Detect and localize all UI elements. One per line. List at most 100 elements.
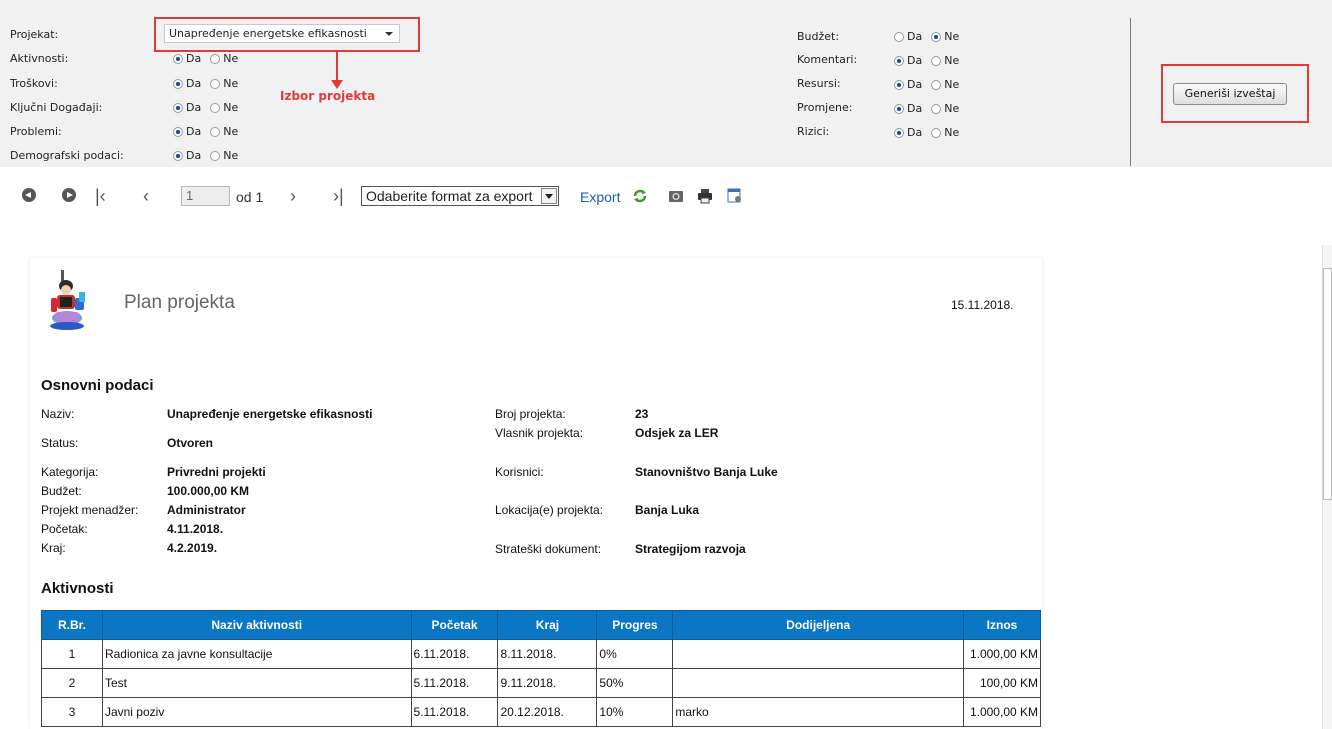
report-date: 15.11.2018.: [951, 298, 1014, 312]
table-cell: 1: [41, 639, 103, 669]
changes-radio-yes[interactable]: [894, 103, 904, 114]
costs-radio-no[interactable]: [210, 78, 221, 89]
demographics-radio-group: Da Ne: [173, 149, 244, 162]
forward-icon[interactable]: [62, 188, 76, 202]
budget-radio-no[interactable]: [931, 31, 942, 42]
basic-label-owner: Vlasnik projekta:: [495, 426, 584, 440]
basic-value-project-number: 23: [635, 407, 649, 421]
next-page-icon[interactable]: ›: [290, 186, 296, 206]
problems-radio-no[interactable]: [210, 126, 221, 137]
milestones-radio-group: Da Ne: [173, 101, 244, 114]
basic-value-owner: Odsjek za LER: [635, 426, 719, 440]
comments-radio-no[interactable]: [931, 55, 942, 66]
activities-radio-group: Da Ne: [173, 52, 244, 65]
table-cell: 2: [41, 668, 103, 698]
column-header-start: Početak: [410, 610, 499, 640]
basic-value-beneficiaries: Stanovništvo Banja Luke: [635, 465, 778, 479]
activities-radio-yes[interactable]: [173, 53, 183, 64]
comments-radio-yes[interactable]: [894, 55, 904, 66]
table-cell: [672, 668, 964, 698]
changes-radio-group: Da Ne: [894, 102, 965, 115]
activities-table: R.Br. Naziv aktivnosti Početak Kraj Prog…: [41, 610, 1041, 727]
risks-radio-yes[interactable]: [894, 127, 904, 138]
basic-value-strategic-doc: Strategijom razvoja: [635, 542, 746, 556]
resources-radio-group: Da Ne: [894, 78, 965, 91]
filter-label-problems: Problemi:: [10, 125, 62, 138]
filter-label-changes: Promjene:: [797, 101, 853, 114]
previous-page-icon[interactable]: ‹: [143, 186, 149, 206]
table-row: 3 Javni poziv 5.11.2018. 20.12.2018. 10%…: [41, 697, 1041, 727]
print-preview-icon[interactable]: [727, 188, 743, 204]
back-icon[interactable]: [22, 188, 36, 202]
milestones-radio-yes[interactable]: [173, 102, 183, 113]
table-cell: [672, 639, 964, 669]
table-cell: 5.11.2018.: [410, 668, 499, 698]
dropdown-arrow-icon: [541, 188, 557, 204]
basic-label-project-number: Broj projekta:: [495, 407, 566, 421]
table-cell: 20.12.2018.: [497, 697, 598, 727]
generate-report-button[interactable]: Generiši izveštaj: [1173, 83, 1287, 105]
basic-value-location: Banja Luka: [635, 503, 700, 517]
refresh-icon[interactable]: [632, 188, 648, 204]
costs-radio-yes[interactable]: [173, 78, 183, 89]
column-header-progress: Progres: [596, 610, 674, 640]
table-cell: marko: [672, 697, 964, 727]
demographics-radio-no[interactable]: [210, 150, 221, 161]
basic-value-budget: 100.000,00 KM: [167, 484, 250, 498]
project-select-value: Unapređenje energetske efikasnosti: [169, 27, 367, 40]
section-activities-heading: Aktivnosti: [41, 580, 114, 597]
budget-radio-yes[interactable]: [894, 31, 904, 42]
table-cell: 8.11.2018.: [497, 639, 598, 669]
table-cell: 5.11.2018.: [410, 697, 499, 727]
resources-radio-no[interactable]: [931, 79, 942, 90]
export-format-value: Odaberite format za export: [366, 188, 533, 204]
comments-radio-group: Da Ne: [894, 54, 965, 67]
basic-label-location: Lokacija(e) projekta:: [495, 503, 604, 517]
section-basic-heading: Osnovni podaci: [41, 377, 154, 394]
column-header-number: R.Br.: [41, 610, 103, 640]
scrollbar-thumb[interactable]: [1323, 268, 1332, 500]
export-link[interactable]: Export: [580, 189, 620, 205]
last-page-icon[interactable]: ›|: [333, 186, 344, 206]
page-number-input[interactable]: 1: [181, 186, 230, 206]
column-header-activity: Naziv aktivnosti: [101, 610, 412, 640]
basic-value-name: Unapređenje energetske efikasnosti: [167, 407, 373, 421]
column-header-assigned: Dodijeljena: [672, 610, 964, 640]
print-icon[interactable]: [697, 188, 713, 204]
risks-radio-no[interactable]: [931, 127, 942, 138]
table-cell: 0%: [596, 639, 674, 669]
resources-radio-yes[interactable]: [894, 79, 904, 90]
table-header-row: R.Br. Naziv aktivnosti Početak Kraj Prog…: [41, 610, 1041, 640]
table-cell: 100,00 KM: [963, 668, 1041, 698]
export-format-select[interactable]: Odaberite format za export: [361, 186, 559, 206]
changes-radio-no[interactable]: [931, 103, 942, 114]
report-title: Plan projekta: [124, 292, 235, 313]
basic-label-category: Kategorija:: [41, 465, 99, 479]
arrow-down-icon: [331, 80, 343, 89]
organization-logo: [45, 268, 91, 332]
costs-radio-group: Da Ne: [173, 77, 244, 90]
basic-label-budget: Budžet:: [41, 484, 82, 498]
table-row: 2 Test 5.11.2018. 9.11.2018. 50% 100,00 …: [41, 668, 1041, 698]
activities-radio-no[interactable]: [210, 53, 221, 64]
project-select[interactable]: Unapređenje energetske efikasnosti: [164, 24, 400, 43]
basic-label-status: Status:: [41, 436, 79, 450]
milestones-radio-no[interactable]: [210, 102, 221, 113]
filter-label-project: Projekat:: [10, 28, 59, 41]
problems-radio-yes[interactable]: [173, 126, 183, 137]
demographics-radio-yes[interactable]: [173, 150, 183, 161]
zoom-icon[interactable]: [668, 188, 684, 204]
table-cell: 10%: [596, 697, 674, 727]
first-page-icon[interactable]: |‹: [95, 186, 106, 206]
table-cell: 50%: [596, 668, 674, 698]
basic-value-start: 4.11.2018.: [167, 522, 224, 536]
filter-label-costs: Troškovi:: [10, 77, 58, 90]
filter-label-budget: Budžet:: [797, 30, 840, 43]
filter-label-resources: Resursi:: [797, 77, 841, 90]
panel-divider: [1130, 18, 1131, 166]
table-cell: 9.11.2018.: [497, 668, 598, 698]
annotation-arrow-line: [336, 52, 338, 82]
basic-value-end: 4.2.2019.: [167, 541, 218, 555]
column-header-end: Kraj: [497, 610, 598, 640]
table-cell: Javni poziv: [101, 697, 412, 727]
